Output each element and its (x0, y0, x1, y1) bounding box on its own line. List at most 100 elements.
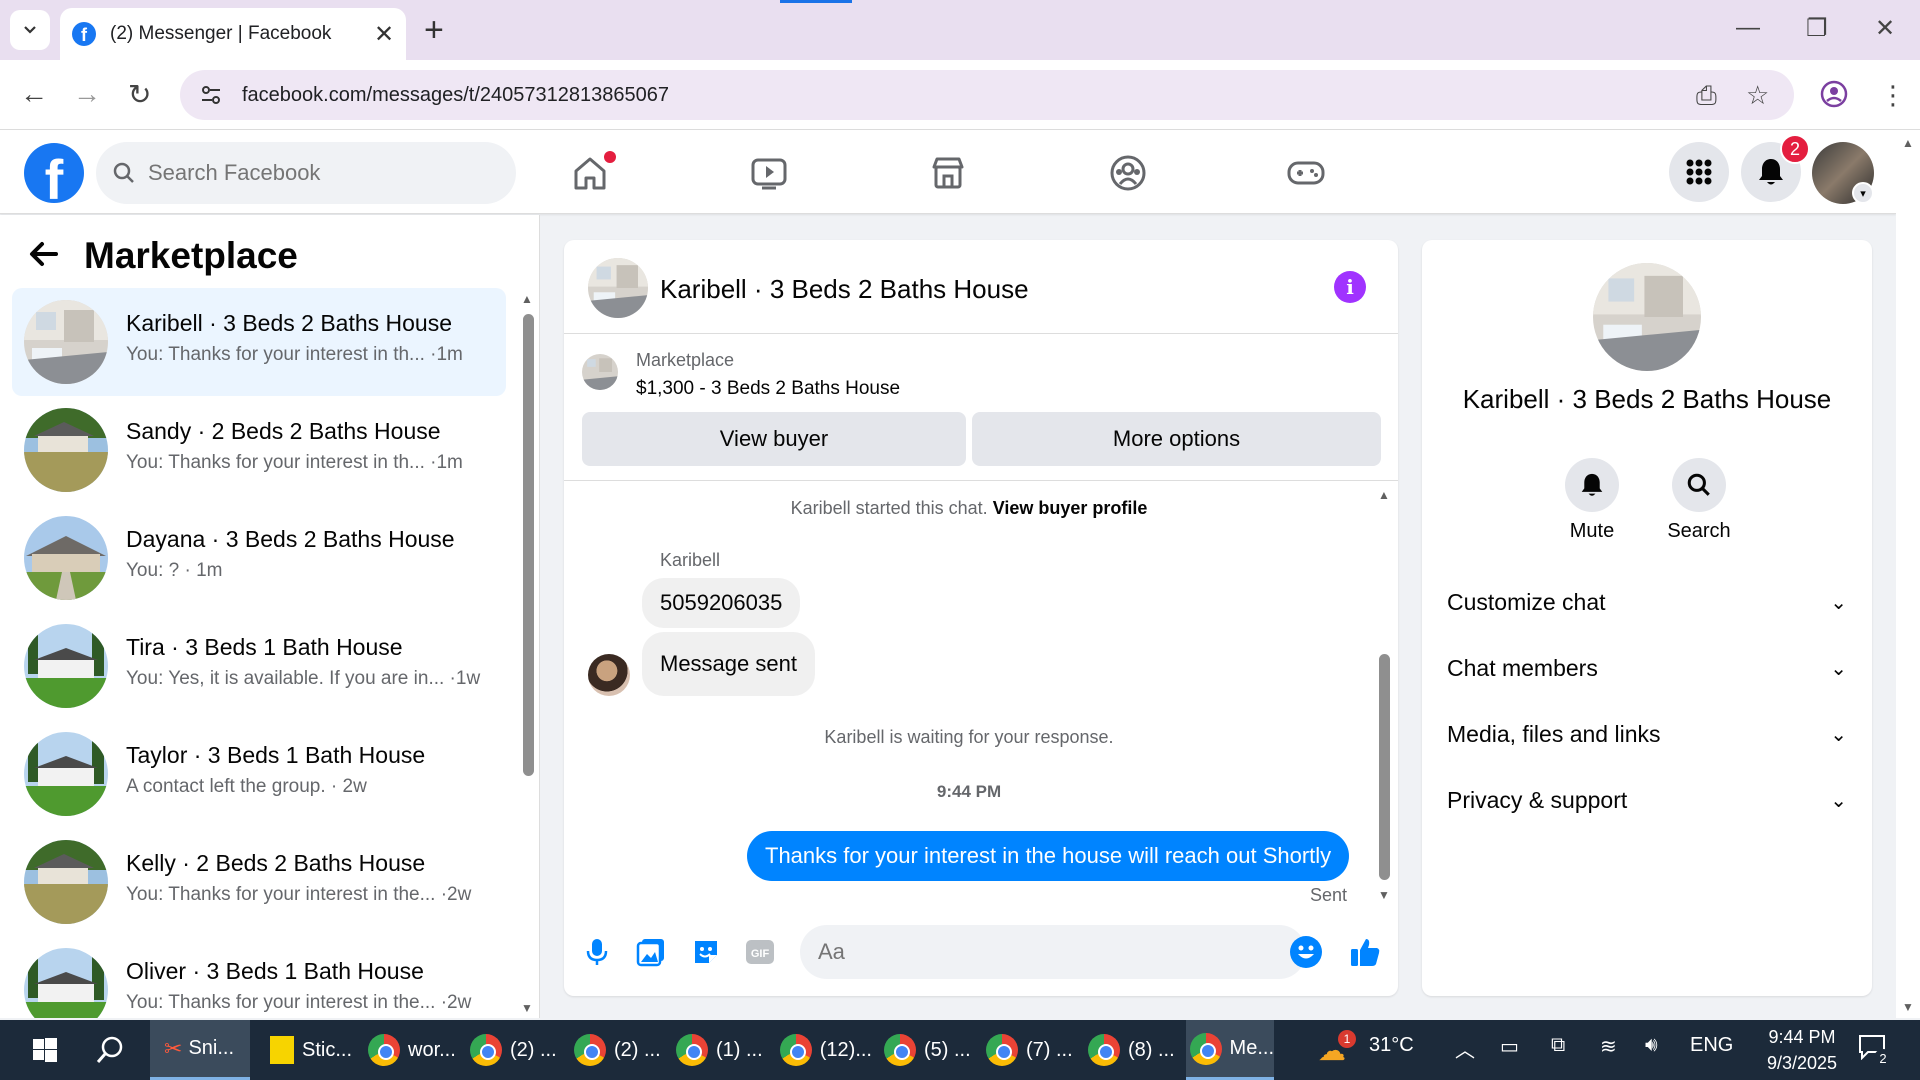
thumbs-up-icon[interactable] (1347, 934, 1383, 970)
chat-members-section[interactable]: Chat members ⌄ (1447, 648, 1847, 688)
privacy-support-section[interactable]: Privacy & support ⌄ (1447, 780, 1847, 820)
close-tab-icon[interactable]: ✕ (374, 20, 394, 49)
chat-list-item[interactable]: Taylor · 3 Beds 1 Bath House A contact l… (12, 720, 506, 828)
show-hidden-icons[interactable]: ︿ (1455, 1034, 1475, 1063)
scroll-down-arrow-icon[interactable]: ▼ (1378, 888, 1390, 902)
gaming-icon[interactable] (1281, 150, 1331, 196)
page-scroll-up-icon[interactable]: ▲ (1902, 136, 1914, 150)
incoming-message[interactable]: 5059206035 (642, 578, 801, 628)
marketplace-icon[interactable] (923, 150, 973, 196)
chat-info-name: Karibell · 3 Beds 2 Baths House (1462, 384, 1832, 414)
new-tab-button[interactable]: + (424, 12, 444, 48)
page-scrollbar[interactable] (1896, 130, 1920, 1018)
chat-list-scrollbar[interactable] (523, 314, 534, 776)
chat-list-item[interactable]: Sandy · 2 Beds 2 Baths House You: Thanks… (12, 396, 506, 504)
taskbar-chrome-window[interactable]: (5) ... (880, 1020, 976, 1080)
minimize-icon[interactable]: — (1736, 14, 1760, 42)
volume-icon[interactable]: 🔊︎ (1645, 1034, 1658, 1057)
video-icon[interactable] (744, 150, 794, 196)
back-icon[interactable]: ← (20, 78, 48, 110)
install-app-icon[interactable]: ⎙ (1696, 80, 1717, 112)
chat-list-item[interactable]: Kelly · 2 Beds 2 Baths House You: Thanks… (12, 828, 506, 936)
battery-icon[interactable]: ▭ (1500, 1034, 1519, 1059)
clock-date[interactable]: 9/3/2025 (1752, 1053, 1852, 1074)
meet-now-icon[interactable]: ⧉ (1551, 1034, 1565, 1057)
search-chat-button[interactable] (1672, 458, 1726, 512)
loading-indicator (780, 0, 852, 3)
facebook-logo-icon[interactable]: f (24, 143, 84, 203)
taskbar-sticky-notes[interactable]: Stic... (262, 1020, 352, 1080)
chat-list-item[interactable]: Tira · 3 Beds 1 Bath House You: Yes, it … (12, 612, 506, 720)
address-bar[interactable]: facebook.com/messages/t/2405731281386506… (180, 70, 1794, 120)
sticker-icon[interactable] (688, 934, 724, 970)
profile-icon[interactable] (1820, 80, 1848, 115)
outgoing-message[interactable]: Thanks for your interest in the house wi… (747, 831, 1350, 881)
page-scroll-down-icon[interactable]: ▼ (1902, 1000, 1914, 1014)
temperature[interactable]: 31°C (1369, 1034, 1414, 1057)
view-buyer-profile-link[interactable]: View buyer profile (993, 498, 1148, 518)
bookmark-star-icon[interactable]: ☆ (1746, 80, 1769, 111)
forward-icon[interactable]: → (73, 78, 101, 110)
incoming-message[interactable]: Message sent (642, 632, 815, 696)
browser-menu-icon[interactable]: ⋮ (1880, 80, 1906, 111)
photo-icon[interactable] (633, 934, 669, 970)
chat-info-avatar[interactable] (1593, 263, 1701, 371)
scroll-up-arrow-icon[interactable]: ▲ (521, 292, 533, 306)
wifi-icon[interactable]: ≋ (1600, 1034, 1617, 1059)
taskbar-chrome-window[interactable]: (12)... (776, 1020, 872, 1080)
taskbar-chrome-window[interactable]: (1) ... (672, 1020, 768, 1080)
conversation-title[interactable]: Karibell · 3 Beds 2 Baths House (660, 274, 1029, 305)
chrome-icon (986, 1034, 1018, 1066)
menu-grid-button[interactable] (1669, 142, 1729, 202)
reload-icon[interactable]: ↻ (128, 78, 151, 111)
tab-search-button[interactable] (10, 10, 50, 50)
taskbar-item-label: (8) ... (1128, 1038, 1175, 1061)
message-input[interactable] (818, 939, 1218, 965)
site-info-icon[interactable] (194, 78, 228, 112)
conversation-scrollbar[interactable] (1379, 654, 1390, 880)
taskbar-chrome-window[interactable]: (7) ... (982, 1020, 1078, 1080)
gif-icon[interactable]: GIF (742, 934, 778, 970)
chat-name: Oliver · 3 Beds 1 Bath House (126, 958, 424, 984)
close-window-icon[interactable]: ✕ (1875, 14, 1895, 43)
microphone-icon[interactable] (579, 934, 615, 970)
taskbar-chrome-window[interactable]: (8) ... (1084, 1020, 1180, 1080)
taskbar-snipping-tool[interactable]: ✂ Sni... (150, 1020, 250, 1080)
weather-icon[interactable]: ☁ (1318, 1020, 1368, 1080)
chat-list-item[interactable]: Dayana · 3 Beds 2 Baths House You: ? · 1… (12, 504, 506, 612)
message-composer[interactable] (800, 925, 1306, 979)
taskbar-search-icon[interactable] (88, 1020, 132, 1080)
customize-chat-section[interactable]: Customize chat ⌄ (1447, 582, 1847, 622)
conversation-avatar[interactable] (588, 258, 648, 318)
taskbar-chrome-window[interactable]: (2) ... (466, 1020, 562, 1080)
sender-avatar[interactable] (588, 654, 630, 696)
sender-name: Karibell (660, 550, 721, 570)
chat-list-item[interactable]: Oliver · 3 Beds 1 Bath House You: Thanks… (12, 936, 506, 1018)
groups-icon[interactable] (1103, 150, 1153, 196)
info-icon[interactable]: i (1334, 271, 1366, 303)
scissors-icon: ✂ (164, 1035, 183, 1061)
scroll-up-arrow-icon[interactable]: ▲ (1378, 488, 1390, 502)
listing-title[interactable]: $1,300 - 3 Beds 2 Baths House (636, 378, 900, 400)
listing-thumbnail (582, 354, 618, 390)
emoji-icon[interactable] (1290, 936, 1322, 968)
language-indicator[interactable]: ENG (1690, 1034, 1733, 1057)
facebook-search[interactable] (96, 142, 516, 204)
browser-tab[interactable]: f (2) Messenger | Facebook ✕ (60, 8, 406, 60)
taskbar-item-label: (2) ... (510, 1038, 557, 1061)
scroll-down-arrow-icon[interactable]: ▼ (521, 1001, 533, 1015)
taskbar-chrome-window[interactable]: wor... (364, 1020, 460, 1080)
clock-time[interactable]: 9:44 PM (1752, 1027, 1852, 1048)
taskbar-chrome-window[interactable]: Me... (1186, 1020, 1274, 1080)
more-options-button[interactable]: More options (972, 412, 1381, 466)
back-arrow-icon[interactable] (28, 238, 60, 279)
search-input[interactable] (148, 160, 488, 186)
mute-button[interactable] (1565, 458, 1619, 512)
media-files-links-section[interactable]: Media, files and links ⌄ (1447, 714, 1847, 754)
restore-icon[interactable]: ❐ (1806, 14, 1828, 43)
taskbar-chrome-window[interactable]: (2) ... (570, 1020, 666, 1080)
chat-list-item[interactable]: Karibell · 3 Beds 2 Baths House You: Tha… (12, 288, 506, 396)
view-buyer-button[interactable]: View buyer (582, 412, 966, 466)
windows-start-icon[interactable] (20, 1020, 70, 1080)
account-chevron-icon[interactable]: ▾ (1852, 182, 1874, 204)
